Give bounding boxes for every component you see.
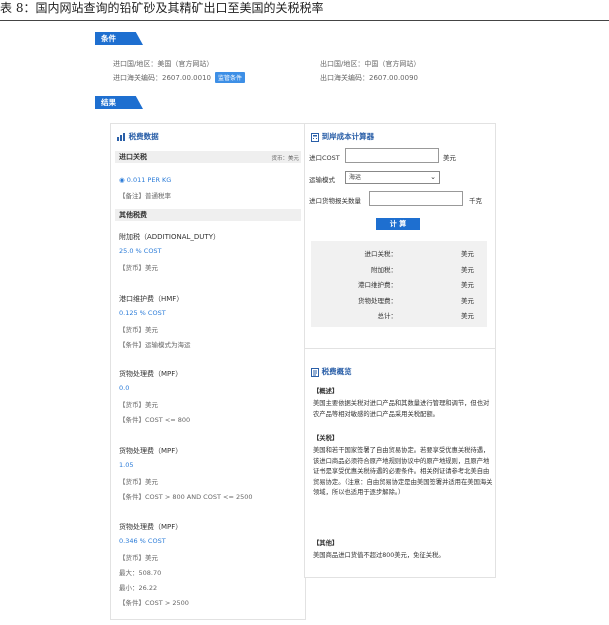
import-country: 进口国/地区：美国（官方网站） [113, 60, 214, 68]
tax-data-panel: 税费数据 进口关税 货币：美元 ◉ 0.011 PER KG 【备注】普通税率 … [110, 123, 306, 620]
tax-item-title: 货物处理费（MPF） [119, 370, 183, 378]
figure-caption: 表 8：国内网站查询的铅矿砂及其精矿出口至美国的关税税率 [0, 0, 609, 21]
calc-result-label: 进口关税： [364, 250, 398, 258]
bar-chart-icon [117, 133, 125, 141]
document-icon [311, 367, 319, 377]
export-hs-code: 出口海关编码：2607.00.0090 [320, 74, 418, 82]
tax-item-rate: 0.125 % COST [119, 309, 166, 317]
tax-item-rate: 0.346 % COST [119, 537, 166, 545]
overview-section-head: 【概述】 [313, 388, 339, 395]
calc-result-label: 附加税： [371, 265, 397, 274]
chevron-down-icon: ⌄ [430, 173, 436, 181]
tax-item-detail: 【货币】美元 [119, 264, 158, 272]
tax-item-rate: 0.0 [119, 384, 130, 392]
tax-item-detail: 【货币】美元 [119, 326, 158, 334]
monitor-conditions-badge[interactable]: 监管条件 [215, 72, 246, 83]
calc-result-value: 美元 [461, 312, 474, 320]
calculator-title: 到岸成本计算器 [311, 131, 374, 142]
tax-item-rate: 1.05 [119, 461, 134, 469]
tax-item-rate: 25.0 % COST [119, 247, 162, 255]
calculator-icon [311, 132, 319, 142]
transport-mode-label: 运输模式 [309, 176, 335, 184]
calc-results-box: 进口关税： 美元 附加税： 美元 港口维护费： 美元 货物处理费： 美元 总计： 美元 [311, 241, 487, 327]
currency-note: 货币：美元 [271, 156, 299, 162]
import-hs-code: 进口海关编码：2607.00.0010 [113, 74, 211, 82]
calc-result-value: 美元 [461, 265, 474, 274]
import-duty-rate[interactable]: ◉ 0.011 PER KG [119, 176, 171, 184]
tax-item-detail: 【条件】COST > 800 AND COST <= 2500 [119, 493, 253, 501]
tax-item-detail: 【货币】美元 [119, 554, 158, 562]
tax-item-detail: 【条件】COST > 2500 [119, 599, 189, 607]
calc-result-label: 货物处理费： [358, 296, 397, 305]
calc-result-label: 总计： [377, 312, 398, 320]
export-country: 出口国/地区：中国（官方网站） [320, 60, 421, 68]
tax-item-detail: 【条件】COST <= 800 [119, 416, 191, 424]
cost-unit: 美元 [443, 154, 456, 162]
calc-result-label: 港口维护费： [358, 281, 397, 289]
import-duty-remark: 【备注】普通税率 [119, 192, 171, 200]
quantity-unit: 千克 [469, 197, 482, 205]
calc-result-value: 美元 [461, 250, 474, 258]
overview-title: 税费概览 [311, 366, 352, 377]
tax-item-title: 货物处理费（MPF） [119, 447, 183, 455]
cost-label: 进口COST [309, 154, 340, 162]
overview-section-head: 【关税】 [313, 435, 339, 442]
transport-mode-select[interactable]: 海运 ⌄ [345, 171, 440, 184]
tax-item-detail: 【货币】美元 [119, 478, 158, 486]
tax-item-detail: 最小：26.22 [119, 584, 158, 592]
overview-panel: 税费概览 【概述】美国主要依据关税对进口产品和其数量进行管理和调节，但也对农产品… [304, 348, 496, 578]
tax-item-detail: 最大：508.70 [119, 569, 162, 577]
calculate-button[interactable]: 计 算 [376, 218, 420, 230]
conditions-tag: 条件 [95, 32, 143, 45]
tax-data-title: 税费数据 [117, 131, 159, 142]
results-tag: 结果 [95, 96, 143, 109]
quantity-label: 进口货物报关数量 [309, 197, 361, 205]
tax-item-title: 货物处理费（MPF） [119, 523, 183, 531]
overview-section-body: 美国和若干国家签署了自由贸易协定。若要享受优惠关税待遇，该进口商品必须符合原产地… [313, 447, 493, 496]
quantity-input[interactable] [369, 191, 463, 206]
overview-section-body: 美国商品进口货值不超过800美元，免征关税。 [313, 552, 445, 559]
tax-item-detail: 【货币】美元 [119, 401, 158, 409]
overview-section-body: 美国主要依据关税对进口产品和其数量进行管理和调节，但也对农产品等相对敏感的进口产… [313, 400, 490, 418]
tax-item-detail: 【条件】运输模式为海运 [119, 341, 191, 349]
calc-result-value: 美元 [461, 296, 474, 305]
tax-item-title: 附加税（ADDITIONAL_DUTY） [119, 233, 220, 241]
calc-result-value: 美元 [461, 281, 474, 289]
radio-icon: ◉ [119, 176, 127, 184]
other-taxes-header: 其他税费 [115, 209, 301, 221]
cost-input[interactable] [345, 148, 439, 163]
calculator-panel: 到岸成本计算器 进口COST 美元 运输模式 海运 ⌄ 进口货物报关数量 千克 … [304, 123, 496, 350]
overview-section-head: 【其他】 [313, 540, 339, 547]
tax-item-title: 港口维护费（HMF） [119, 295, 184, 303]
